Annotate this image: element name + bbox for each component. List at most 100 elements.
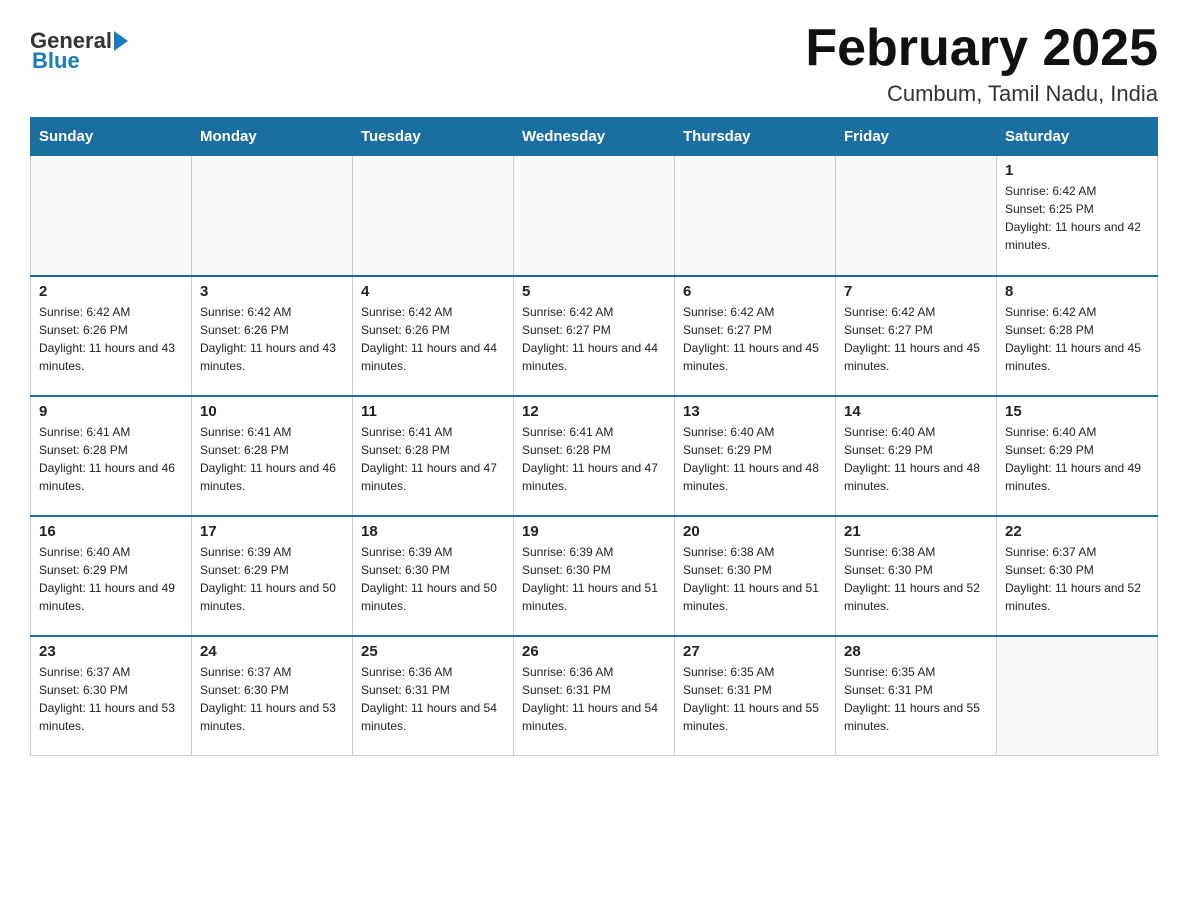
day-number: 26 bbox=[522, 643, 666, 660]
day-number: 6 bbox=[683, 283, 827, 300]
day-info: Sunrise: 6:42 AM Sunset: 6:27 PM Dayligh… bbox=[522, 303, 666, 375]
day-info: Sunrise: 6:36 AM Sunset: 6:31 PM Dayligh… bbox=[361, 663, 505, 735]
table-row: 24Sunrise: 6:37 AM Sunset: 6:30 PM Dayli… bbox=[192, 636, 353, 756]
day-info: Sunrise: 6:42 AM Sunset: 6:26 PM Dayligh… bbox=[39, 303, 183, 375]
table-row: 9 Sunrise: 6:41 AM Sunset: 6:28 PM Daylig… bbox=[31, 396, 192, 516]
day-number: 2 bbox=[39, 283, 183, 300]
table-row: 17 Sunrise: 6:39 AM Sunset: 6:29 PM Dayli… bbox=[192, 516, 353, 636]
table-row bbox=[31, 156, 192, 276]
day-number: 16 bbox=[39, 523, 183, 540]
day-info: Sunrise: 6:42 AM Sunset: 6:25 PM Dayligh… bbox=[1005, 182, 1149, 254]
day-info: Sunrise: 6:35 AM Sunset: 6:31 PM Dayligh… bbox=[844, 663, 988, 735]
logo-arrow-icon bbox=[114, 31, 128, 51]
table-row: 5 Sunrise: 6:42 AM Sunset: 6:27 PM Daylig… bbox=[514, 276, 675, 396]
table-row bbox=[836, 156, 997, 276]
day-number: 10 bbox=[200, 403, 344, 420]
table-row: 23 Sunrise: 6:37 AM Sunset: 6:30 PM Dayli… bbox=[31, 636, 192, 756]
logo: General Blue bbox=[30, 20, 128, 74]
table-row bbox=[192, 156, 353, 276]
day-number: 20 bbox=[683, 523, 827, 540]
day-number: 25 bbox=[361, 643, 505, 660]
day-info: Sunrise: 6:40 AM Sunset: 6:29 PM Dayligh… bbox=[1005, 423, 1149, 495]
table-row: 21 Sunrise: 6:38 AM Sunset: 6:30 PM Dayli… bbox=[836, 516, 997, 636]
day-info: Sunrise: 6:39 AM Sunset: 6:30 PM Dayligh… bbox=[361, 543, 505, 615]
table-row: 4 Sunrise: 6:42 AM Sunset: 6:26 PM Daylig… bbox=[353, 276, 514, 396]
table-row: 18 Sunrise: 6:39 AM Sunset: 6:30 PM Dayli… bbox=[353, 516, 514, 636]
day-info: Sunrise: 6:39 AM Sunset: 6:29 PM Dayligh… bbox=[200, 543, 344, 615]
day-number: 11 bbox=[361, 403, 505, 420]
day-number: 13 bbox=[683, 403, 827, 420]
table-row bbox=[353, 156, 514, 276]
table-row: 22 Sunrise: 6:37 AM Sunset: 6:30 PM Dayli… bbox=[997, 516, 1158, 636]
day-info: Sunrise: 6:41 AM Sunset: 6:28 PM Dayligh… bbox=[522, 423, 666, 495]
table-row: 15 Sunrise: 6:40 AM Sunset: 6:29 PM Dayli… bbox=[997, 396, 1158, 516]
day-number: 17 bbox=[200, 523, 344, 540]
day-number: 7 bbox=[844, 283, 988, 300]
table-row bbox=[514, 156, 675, 276]
table-row: 1 Sunrise: 6:42 AM Sunset: 6:25 PM Daylig… bbox=[997, 156, 1158, 276]
day-number: 22 bbox=[1005, 523, 1149, 540]
day-number: 15 bbox=[1005, 403, 1149, 420]
header-saturday: Saturday bbox=[997, 118, 1158, 156]
day-info: Sunrise: 6:37 AM Sunset: 6:30 PM Dayligh… bbox=[1005, 543, 1149, 615]
day-info: Sunrise: 6:37 AM Sunset: 6:30 PM Dayligh… bbox=[200, 663, 344, 735]
day-number: 28 bbox=[844, 643, 988, 660]
day-info: Sunrise: 6:41 AM Sunset: 6:28 PM Dayligh… bbox=[361, 423, 505, 495]
title-section: February 2025 Cumbum, Tamil Nadu, India bbox=[805, 20, 1158, 107]
day-number: 9 bbox=[39, 403, 183, 420]
table-row bbox=[997, 636, 1158, 756]
table-row: 10 Sunrise: 6:41 AM Sunset: 6:28 PM Dayli… bbox=[192, 396, 353, 516]
table-row bbox=[675, 156, 836, 276]
table-row: 19 Sunrise: 6:39 AM Sunset: 6:30 PM Dayli… bbox=[514, 516, 675, 636]
table-row: 13 Sunrise: 6:40 AM Sunset: 6:29 PM Dayli… bbox=[675, 396, 836, 516]
table-row: 16 Sunrise: 6:40 AM Sunset: 6:29 PM Dayli… bbox=[31, 516, 192, 636]
day-info: Sunrise: 6:42 AM Sunset: 6:27 PM Dayligh… bbox=[844, 303, 988, 375]
day-number: 14 bbox=[844, 403, 988, 420]
table-row: 2 Sunrise: 6:42 AM Sunset: 6:26 PM Daylig… bbox=[31, 276, 192, 396]
table-row: 6Sunrise: 6:42 AM Sunset: 6:27 PM Daylig… bbox=[675, 276, 836, 396]
table-row: 26 Sunrise: 6:36 AM Sunset: 6:31 PM Dayli… bbox=[514, 636, 675, 756]
calendar-header-row: Sunday Monday Tuesday Wednesday Thursday… bbox=[31, 118, 1158, 156]
day-number: 5 bbox=[522, 283, 666, 300]
day-number: 1 bbox=[1005, 162, 1149, 179]
day-info: Sunrise: 6:40 AM Sunset: 6:29 PM Dayligh… bbox=[683, 423, 827, 495]
day-number: 23 bbox=[39, 643, 183, 660]
day-number: 27 bbox=[683, 643, 827, 660]
page-header: General Blue February 2025 Cumbum, Tamil… bbox=[30, 20, 1158, 107]
table-row: 28 Sunrise: 6:35 AM Sunset: 6:31 PM Dayli… bbox=[836, 636, 997, 756]
table-row: 12 Sunrise: 6:41 AM Sunset: 6:28 PM Dayli… bbox=[514, 396, 675, 516]
month-title: February 2025 bbox=[805, 20, 1158, 77]
day-info: Sunrise: 6:40 AM Sunset: 6:29 PM Dayligh… bbox=[39, 543, 183, 615]
day-info: Sunrise: 6:42 AM Sunset: 6:26 PM Dayligh… bbox=[361, 303, 505, 375]
day-number: 4 bbox=[361, 283, 505, 300]
calendar-table: Sunday Monday Tuesday Wednesday Thursday… bbox=[30, 117, 1158, 756]
day-number: 21 bbox=[844, 523, 988, 540]
table-row: 7 Sunrise: 6:42 AM Sunset: 6:27 PM Daylig… bbox=[836, 276, 997, 396]
header-wednesday: Wednesday bbox=[514, 118, 675, 156]
table-row: 14 Sunrise: 6:40 AM Sunset: 6:29 PM Dayli… bbox=[836, 396, 997, 516]
day-info: Sunrise: 6:41 AM Sunset: 6:28 PM Dayligh… bbox=[200, 423, 344, 495]
table-row: 20Sunrise: 6:38 AM Sunset: 6:30 PM Dayli… bbox=[675, 516, 836, 636]
day-number: 12 bbox=[522, 403, 666, 420]
header-monday: Monday bbox=[192, 118, 353, 156]
day-number: 19 bbox=[522, 523, 666, 540]
day-info: Sunrise: 6:39 AM Sunset: 6:30 PM Dayligh… bbox=[522, 543, 666, 615]
header-thursday: Thursday bbox=[675, 118, 836, 156]
table-row: 25 Sunrise: 6:36 AM Sunset: 6:31 PM Dayli… bbox=[353, 636, 514, 756]
day-info: Sunrise: 6:38 AM Sunset: 6:30 PM Dayligh… bbox=[844, 543, 988, 615]
location: Cumbum, Tamil Nadu, India bbox=[805, 81, 1158, 107]
day-number: 18 bbox=[361, 523, 505, 540]
header-tuesday: Tuesday bbox=[353, 118, 514, 156]
day-info: Sunrise: 6:36 AM Sunset: 6:31 PM Dayligh… bbox=[522, 663, 666, 735]
day-info: Sunrise: 6:41 AM Sunset: 6:28 PM Dayligh… bbox=[39, 423, 183, 495]
day-info: Sunrise: 6:42 AM Sunset: 6:28 PM Dayligh… bbox=[1005, 303, 1149, 375]
logo-blue: Blue bbox=[32, 48, 80, 74]
day-info: Sunrise: 6:40 AM Sunset: 6:29 PM Dayligh… bbox=[844, 423, 988, 495]
day-info: Sunrise: 6:37 AM Sunset: 6:30 PM Dayligh… bbox=[39, 663, 183, 735]
header-friday: Friday bbox=[836, 118, 997, 156]
day-info: Sunrise: 6:35 AM Sunset: 6:31 PM Dayligh… bbox=[683, 663, 827, 735]
table-row: 11 Sunrise: 6:41 AM Sunset: 6:28 PM Dayli… bbox=[353, 396, 514, 516]
day-number: 3 bbox=[200, 283, 344, 300]
day-info: Sunrise: 6:42 AM Sunset: 6:26 PM Dayligh… bbox=[200, 303, 344, 375]
day-number: 8 bbox=[1005, 283, 1149, 300]
